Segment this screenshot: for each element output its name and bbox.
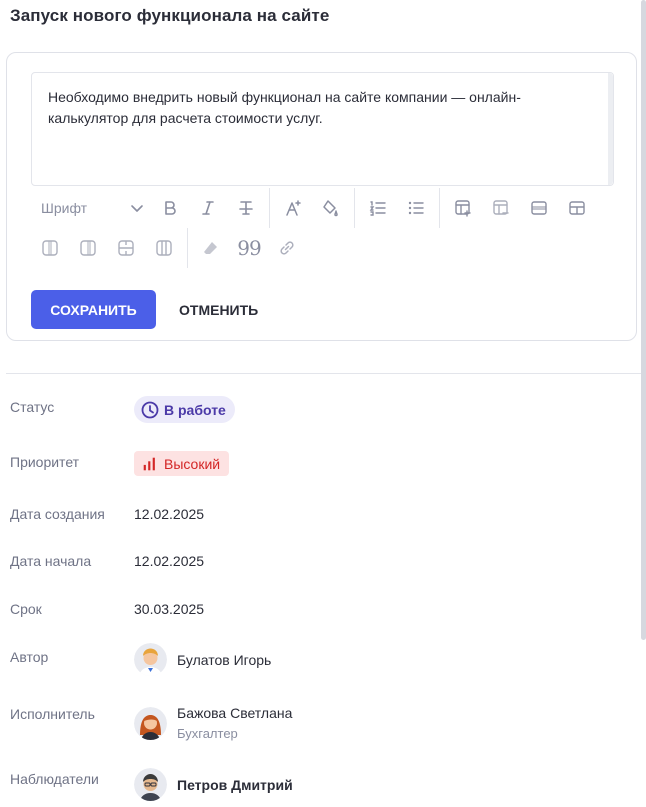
assignee-label: Исполнитель <box>10 706 95 722</box>
description-editor: Необходимо внедрить новый функционал на … <box>6 52 637 341</box>
table-delete-icon <box>493 200 509 215</box>
bullet-list-button[interactable] <box>397 190 435 226</box>
insert-table-button[interactable] <box>444 190 482 226</box>
split-cells-button[interactable] <box>145 230 183 266</box>
fill-color-button[interactable] <box>312 190 350 226</box>
cancel-button[interactable]: ОТМЕНИТЬ <box>172 290 265 329</box>
eraser-icon <box>204 242 217 254</box>
ordered-list-icon <box>369 201 386 216</box>
merge-cells-button[interactable] <box>107 230 145 266</box>
watcher-person[interactable]: Петров Дмитрий <box>134 768 293 801</box>
table-row-add-icon <box>569 201 585 215</box>
assignee-role: Бухгалтер <box>177 726 238 741</box>
insert-row-after-button[interactable] <box>558 190 596 226</box>
italic-button[interactable] <box>189 190 227 226</box>
toolbar-divider <box>187 228 188 268</box>
bold-icon <box>165 201 176 215</box>
toolbar-divider <box>354 188 355 228</box>
quote-button[interactable]: 99 <box>230 230 268 266</box>
status-label: Статус <box>10 399 55 415</box>
table-column-right-icon <box>80 240 96 256</box>
bullet-list-icon <box>408 201 424 215</box>
paint-bucket-icon <box>323 200 338 217</box>
editor-scrollbar[interactable] <box>608 73 613 185</box>
avatar <box>134 643 167 676</box>
section-divider <box>6 373 642 374</box>
chevron-down-icon <box>131 205 143 212</box>
author-name: Булатов Игорь <box>177 651 272 668</box>
italic-icon <box>202 201 214 215</box>
table-split-icon <box>156 240 172 256</box>
watchers-label: Наблюдатели <box>10 771 99 787</box>
table-row-icon <box>531 201 547 215</box>
bars-chart-icon <box>140 454 160 474</box>
watcher-name: Петров Дмитрий <box>177 776 293 793</box>
created-date-label: Дата создания <box>10 506 105 522</box>
assignee-name: Бажова Светлана <box>177 705 293 721</box>
text-color-button[interactable] <box>274 190 312 226</box>
assignee-person[interactable]: Бажова Светлана Бухгалтер <box>134 705 292 741</box>
page-title: Запуск нового функционала на сайте <box>10 6 330 25</box>
status-badge[interactable]: В работе <box>134 396 235 423</box>
formatting-toolbar-row-1: Шрифт <box>31 188 596 228</box>
deadline-value: 30.03.2025 <box>134 601 205 617</box>
ordered-list-button[interactable] <box>359 190 397 226</box>
priority-badge[interactable]: Высокий <box>134 451 230 476</box>
author-label: Автор <box>10 649 49 665</box>
font-select-label: Шрифт <box>41 200 88 216</box>
deadline-label: Срок <box>10 601 42 617</box>
start-date-label: Дата начала <box>10 553 92 569</box>
status-value: В работе <box>164 401 226 418</box>
page-scrollbar[interactable] <box>641 0 646 640</box>
avatar <box>134 768 167 801</box>
priority-value: Высокий <box>164 455 221 472</box>
link-icon <box>280 241 294 255</box>
insert-row-button[interactable] <box>520 190 558 226</box>
clock-icon <box>140 400 160 420</box>
toolbar-divider <box>269 188 270 228</box>
insert-column-left-button[interactable] <box>31 230 69 266</box>
bold-button[interactable] <box>151 190 189 226</box>
insert-column-right-button[interactable] <box>69 230 107 266</box>
formatting-toolbar-row-2: 99 <box>31 228 306 268</box>
text-color-icon <box>286 200 301 216</box>
font-select[interactable]: Шрифт <box>31 190 151 226</box>
strikethrough-button[interactable] <box>227 190 265 226</box>
table-insert-icon <box>455 200 471 217</box>
link-button[interactable] <box>268 230 306 266</box>
priority-label: Приоритет <box>10 454 80 470</box>
strikethrough-icon <box>239 201 253 215</box>
description-text: Необходимо внедрить новый функционал на … <box>48 89 521 126</box>
table-column-left-icon <box>42 240 58 256</box>
clear-format-button[interactable] <box>192 230 230 266</box>
author-person[interactable]: Булатов Игорь <box>134 643 271 676</box>
table-merge-icon <box>118 240 134 256</box>
created-date-value: 12.02.2025 <box>134 506 205 522</box>
avatar <box>134 706 167 740</box>
description-textarea[interactable]: Необходимо внедрить новый функционал на … <box>31 72 614 186</box>
quote-icon: 99 <box>237 236 261 260</box>
delete-table-button[interactable] <box>482 190 520 226</box>
start-date-value: 12.02.2025 <box>134 553 205 569</box>
toolbar-divider <box>439 188 440 228</box>
save-button[interactable]: СОХРАНИТЬ <box>31 290 156 329</box>
